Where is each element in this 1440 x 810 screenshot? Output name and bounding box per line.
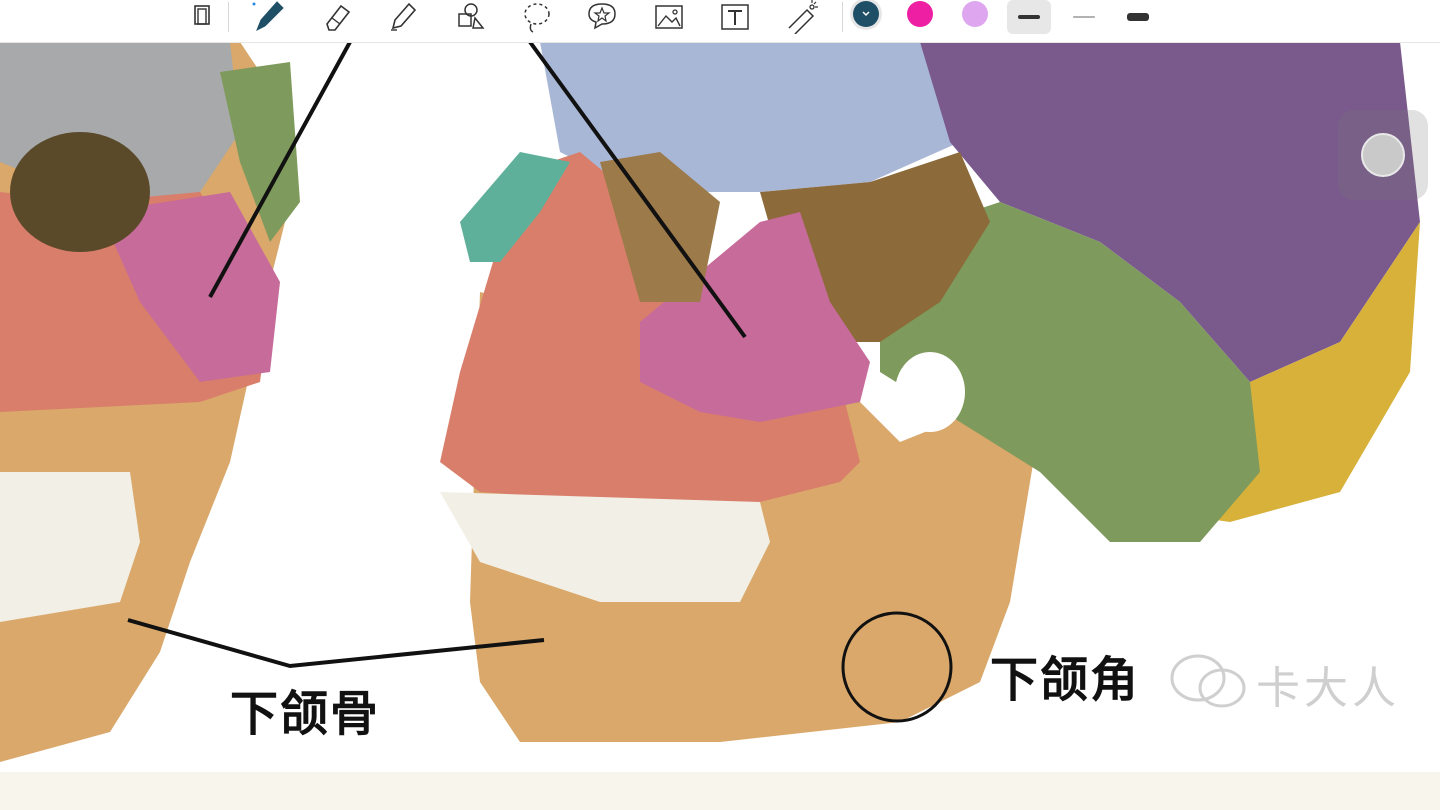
stroke-thick-button[interactable] xyxy=(1007,0,1051,34)
pen-icon xyxy=(252,1,284,32)
assistive-touch-icon xyxy=(1361,133,1405,177)
text-tool-button[interactable] xyxy=(712,0,756,34)
color-swatch-magenta[interactable] xyxy=(907,1,933,27)
mandibular-notch xyxy=(895,352,965,432)
chevron-down-icon xyxy=(862,11,870,17)
toolbar-divider xyxy=(228,2,229,32)
note-canvas[interactable]: 下颌骨 下颌角 卡大人 xyxy=(0,42,1440,772)
stroke-bold-icon xyxy=(1127,13,1149,21)
eraser-tool-button[interactable] xyxy=(314,0,358,34)
shapes-tool-button[interactable] xyxy=(446,0,490,34)
image-icon xyxy=(655,5,683,29)
wechat-icon xyxy=(1170,654,1246,708)
shapes-icon xyxy=(458,3,485,29)
color-swatch-lavender[interactable] xyxy=(962,1,988,27)
text-icon xyxy=(721,4,749,30)
highlighter-tool-button[interactable] xyxy=(380,0,424,34)
left-orbit xyxy=(10,132,150,252)
image-tool-button[interactable] xyxy=(646,0,690,34)
highlighter-icon xyxy=(391,2,417,31)
watermark-text: 卡大人 xyxy=(1256,663,1400,714)
stroke-bold-button[interactable] xyxy=(1116,0,1160,34)
laser-pointer-icon xyxy=(788,0,818,34)
stroke-thick-icon xyxy=(1018,15,1040,19)
lasso-tool-button[interactable] xyxy=(514,0,558,34)
assistive-touch-button[interactable] xyxy=(1338,110,1428,200)
sticker-icon xyxy=(588,3,616,30)
drawing-toolbar xyxy=(0,0,1440,43)
pen-tool-button[interactable] xyxy=(246,0,290,34)
laser-pointer-tool-button[interactable] xyxy=(780,0,824,34)
stroke-thin-button[interactable] xyxy=(1062,0,1106,34)
page-view-icon xyxy=(194,5,210,25)
stroke-thin-icon xyxy=(1073,16,1095,18)
label-mandible-angle: 下颌角 xyxy=(990,652,1141,708)
left-teeth xyxy=(0,472,140,622)
sticker-tool-button[interactable] xyxy=(580,0,624,34)
label-mandible: 下颌骨 xyxy=(230,686,381,742)
eraser-icon xyxy=(326,4,351,31)
lasso-icon xyxy=(524,3,550,33)
page-view-button[interactable] xyxy=(180,0,224,34)
toolbar-divider xyxy=(842,2,843,32)
color-swatch-dark-teal[interactable] xyxy=(853,1,879,27)
